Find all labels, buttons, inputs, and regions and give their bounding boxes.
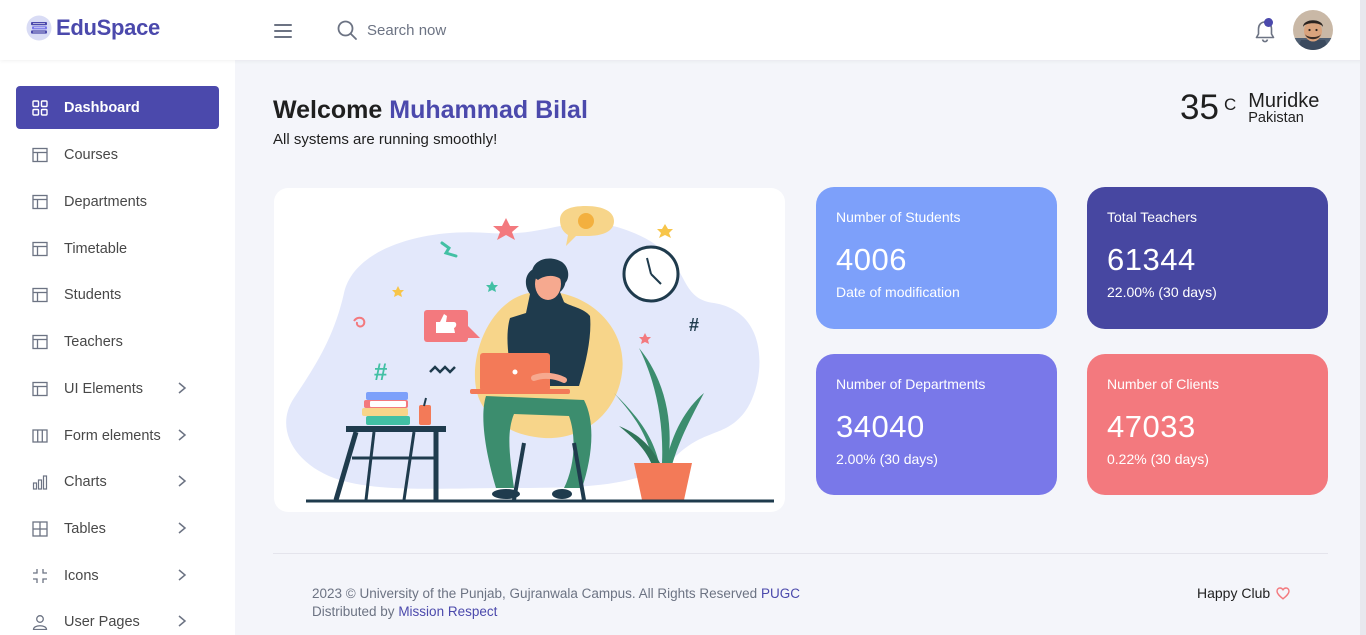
stat-label: Number of Departments <box>836 376 986 392</box>
sidebar-item-ui-elements[interactable]: UI Elements <box>16 367 219 410</box>
copyright-text: 2023 © University of the Punjab, Gujranw… <box>312 586 758 601</box>
stat-label: Number of Students <box>836 209 961 225</box>
avatar-image <box>1293 10 1333 50</box>
stat-label: Number of Clients <box>1107 376 1220 392</box>
user-avatar[interactable] <box>1293 10 1333 50</box>
weather-country: Pakistan <box>1248 110 1304 126</box>
bar-chart-icon <box>32 474 48 490</box>
sidebar-item-charts[interactable]: Charts <box>16 460 219 503</box>
sidebar: Dashboard Courses Departments Timetable … <box>0 60 235 635</box>
grid-icon <box>32 99 48 116</box>
sidebar-item-teachers[interactable]: Teachers <box>16 320 219 363</box>
stat-card-clients: Number of Clients 47033 0.22% (30 days) <box>1087 354 1328 495</box>
stat-note: 2.00% (30 days) <box>836 451 938 467</box>
sidebar-item-dashboard[interactable]: Dashboard <box>16 86 219 129</box>
stat-value: 4006 <box>836 242 907 277</box>
stat-note: 22.00% (30 days) <box>1107 284 1217 300</box>
sidebar-item-label: User Pages <box>64 613 140 630</box>
sidebar-item-label: Timetable <box>64 240 128 257</box>
stat-note: 0.22% (30 days) <box>1107 451 1209 467</box>
heart-icon <box>1276 586 1290 600</box>
welcome-greeting: Welcome <box>273 96 383 124</box>
sidebar-item-label: Departments <box>64 193 148 210</box>
layout-icon <box>32 287 48 302</box>
sidebar-item-label: Icons <box>64 567 99 584</box>
chevron-right-icon <box>178 382 187 394</box>
happy-club: Happy Club <box>1197 585 1290 601</box>
sidebar-item-user-pages[interactable]: User Pages <box>16 600 219 635</box>
layout-icon <box>32 381 48 396</box>
stat-value: 47033 <box>1107 409 1196 444</box>
sidebar-item-label: Charts <box>64 473 107 490</box>
footer-copyright: 2023 © University of the Punjab, Gujranw… <box>312 585 800 621</box>
stat-value: 61344 <box>1107 242 1196 277</box>
stat-card-departments: Number of Departments 34040 2.00% (30 da… <box>816 354 1057 495</box>
brand-name: EduSpace <box>56 15 160 40</box>
table-icon <box>32 520 48 537</box>
stat-card-teachers: Total Teachers 61344 22.00% (30 days) <box>1087 187 1328 329</box>
page-title: Welcome Muhammad Bilal <box>273 96 588 125</box>
search-icon[interactable] <box>336 19 358 41</box>
sidebar-item-label: Teachers <box>64 333 123 350</box>
svg-text:#: # <box>689 315 699 335</box>
sidebar-item-label: Tables <box>64 520 106 537</box>
menu-toggle-icon[interactable] <box>274 24 292 38</box>
status-message: All systems are running smoothly! <box>273 131 498 148</box>
sidebar-item-label: Dashboard <box>64 99 140 116</box>
footer-divider <box>273 553 1328 554</box>
chevron-right-icon <box>178 429 187 441</box>
sidebar-item-label: Students <box>64 286 122 303</box>
stat-label: Total Teachers <box>1107 209 1198 225</box>
svg-text:#: # <box>374 359 387 386</box>
sidebar-item-timetable[interactable]: Timetable <box>16 227 219 270</box>
search-bar <box>336 19 667 41</box>
stat-card-students: Number of Students 4006 Date of modifica… <box>816 187 1057 329</box>
layout-icon <box>32 147 48 162</box>
chevron-right-icon <box>178 615 187 627</box>
stat-note: Date of modification <box>836 284 960 300</box>
top-navbar: EduSpace <box>0 0 1366 60</box>
sidebar-item-label: Courses <box>64 146 118 163</box>
weather-unit: C <box>1223 95 1237 114</box>
chevron-right-icon <box>178 475 187 487</box>
layout-icon <box>32 241 48 256</box>
welcome-user-name: Muhammad Bilal <box>389 96 588 124</box>
hero-illustration-card: # # <box>274 188 785 512</box>
sidebar-item-students[interactable]: Students <box>16 273 219 316</box>
sidebar-item-courses[interactable]: Courses <box>16 133 219 176</box>
columns-icon <box>32 428 48 443</box>
search-input[interactable] <box>367 21 667 39</box>
chevron-right-icon <box>178 522 187 534</box>
notification-badge <box>1264 18 1273 27</box>
brand[interactable]: EduSpace <box>26 15 160 41</box>
person-with-laptop-illustration: # # <box>286 206 774 503</box>
stat-value: 34040 <box>836 409 925 444</box>
user-icon <box>32 614 48 630</box>
weather-city: Muridke <box>1248 90 1320 112</box>
mission-respect-link[interactable]: Mission Respect <box>398 604 497 619</box>
layout-icon <box>32 194 48 209</box>
sidebar-item-label: Form elements <box>64 427 161 444</box>
sidebar-item-departments[interactable]: Departments <box>16 180 219 223</box>
happy-club-label: Happy Club <box>1197 585 1271 601</box>
page-scrollbar[interactable] <box>1360 0 1366 635</box>
weather-temperature: 35 <box>1180 88 1219 127</box>
weather-widget: 35 C Muridke Pakistan <box>1180 88 1319 128</box>
distributed-by-text: Distributed by <box>312 604 395 619</box>
weather-location: Muridke Pakistan <box>1248 91 1319 126</box>
notifications-button[interactable] <box>1253 18 1277 44</box>
books-logo-icon <box>26 15 52 41</box>
expand-icon <box>33 568 47 583</box>
chevron-right-icon <box>178 569 187 581</box>
sidebar-item-icons[interactable]: Icons <box>16 554 219 597</box>
sidebar-item-form-elements[interactable]: Form elements <box>16 414 219 457</box>
sidebar-item-label: UI Elements <box>64 380 143 397</box>
layout-icon <box>32 334 48 349</box>
pugc-link[interactable]: PUGC <box>761 586 800 601</box>
sidebar-item-tables[interactable]: Tables <box>16 507 219 550</box>
